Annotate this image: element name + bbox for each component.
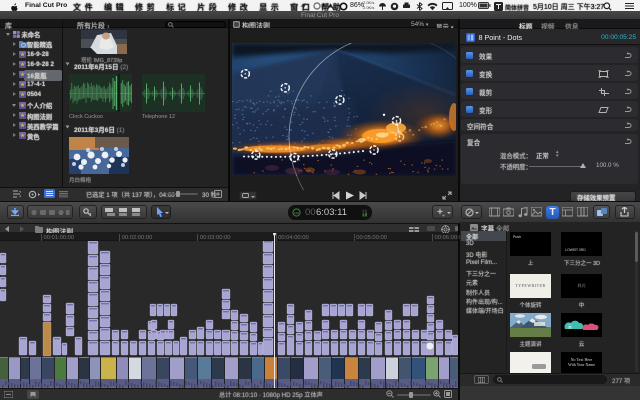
svg-text:100: 100: [294, 211, 299, 215]
svg-text:云: 云: [568, 324, 572, 329]
